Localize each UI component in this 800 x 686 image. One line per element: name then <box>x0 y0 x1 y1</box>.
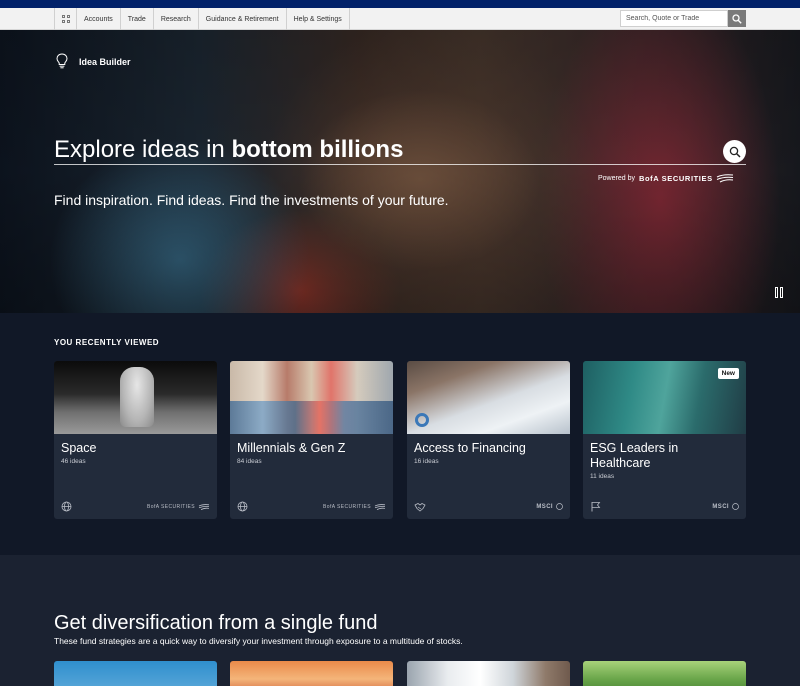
hero-image <box>0 30 800 313</box>
grid-icon <box>61 15 70 23</box>
nav-menu: Accounts Trade Research Guidance & Retir… <box>54 8 350 30</box>
nav-guidance-retirement[interactable]: Guidance & Retirement <box>197 8 286 30</box>
recently-viewed-section: YOU RECENTLY VIEWED Space 46 ideas BofA … <box>0 313 800 555</box>
hero-search-term[interactable]: bottom billions <box>231 136 403 163</box>
card-count: 46 ideas <box>61 458 86 465</box>
powered-by: Powered by BofA SECURITIES <box>598 174 734 183</box>
hero-banner: Idea Builder Explore ideas in bottom bil… <box>0 30 800 313</box>
nav-help-settings[interactable]: Help & Settings <box>285 8 350 30</box>
card-image <box>407 361 570 434</box>
diversification-title: Get diversification from a single fund <box>54 612 378 634</box>
idea-card-esg-leaders-healthcare[interactable]: New ESG Leaders in Healthcare 11 ideas M… <box>583 361 746 519</box>
flag-stripes-icon <box>716 174 733 183</box>
provider-logo: BofA SECURITIES <box>147 504 210 510</box>
card-title: Space <box>61 441 97 455</box>
hero-subtitle: Find inspiration. Find ideas. Find the i… <box>54 192 449 208</box>
idea-card-space[interactable]: Space 46 ideas BofA SECURITIES <box>54 361 217 519</box>
brand-top-bar <box>0 0 800 8</box>
card-image <box>54 361 217 434</box>
diversification-section: Get diversification from a single fund T… <box>0 555 800 686</box>
globe-icon <box>61 501 72 512</box>
provider-logo: BofA SECURITIES <box>323 504 386 510</box>
msci-icon <box>556 503 563 510</box>
lightbulb-icon <box>56 53 68 69</box>
nav-accounts[interactable]: Accounts <box>76 8 120 30</box>
flag-stripes-icon <box>374 504 386 510</box>
fund-card[interactable] <box>230 661 393 686</box>
fund-card[interactable] <box>583 661 746 686</box>
idea-builder-label: Idea Builder <box>79 57 131 67</box>
quote-search-button[interactable] <box>728 10 746 27</box>
card-title: Access to Financing <box>414 441 526 455</box>
new-badge: New <box>717 368 739 379</box>
card-count: 11 ideas <box>590 473 615 480</box>
card-count: 84 ideas <box>237 458 262 465</box>
search-icon <box>729 146 741 158</box>
bofa-securities-logo: BofA SECURITIES <box>638 174 713 183</box>
idea-card-access-to-financing[interactable]: Access to Financing 16 ideas MSCI <box>407 361 570 519</box>
card-count: 16 ideas <box>414 458 439 465</box>
handshake-icon <box>414 503 426 512</box>
provider-logo: MSCI <box>712 503 739 510</box>
pause-icon <box>775 287 778 298</box>
diversification-subtitle: These fund strategies are a quick way to… <box>54 636 463 646</box>
powered-by-label: Powered by <box>598 175 635 182</box>
flag-stripes-icon <box>198 504 210 510</box>
msci-icon <box>732 503 739 510</box>
card-title: ESG Leaders in Healthcare <box>590 441 679 470</box>
main-navigation: Accounts Trade Research Guidance & Retir… <box>0 8 800 30</box>
idea-card-millennials-gen-z[interactable]: Millennials & Gen Z 84 ideas BofA SECURI… <box>230 361 393 519</box>
fund-card[interactable] <box>407 661 570 686</box>
provider-logo: MSCI <box>536 503 563 510</box>
hero-title: Explore ideas in bottom billions <box>54 136 403 164</box>
hero-search-underline <box>54 164 746 165</box>
flag-icon <box>591 502 601 512</box>
card-title: Millennials & Gen Z <box>237 441 346 455</box>
quote-search-input[interactable] <box>620 10 728 27</box>
recently-viewed-heading: YOU RECENTLY VIEWED <box>54 338 160 347</box>
nav-research[interactable]: Research <box>152 8 198 30</box>
fund-card[interactable] <box>54 661 217 686</box>
card-image <box>230 361 393 434</box>
search-icon <box>732 13 742 24</box>
app-grid-button[interactable] <box>54 8 76 30</box>
globe-icon <box>237 501 248 512</box>
pause-button[interactable] <box>775 287 783 298</box>
hero-title-prefix: Explore ideas in <box>54 136 225 163</box>
card-image: New <box>583 361 746 434</box>
nav-trade[interactable]: Trade <box>119 8 153 30</box>
hero-search-button[interactable] <box>723 140 746 163</box>
